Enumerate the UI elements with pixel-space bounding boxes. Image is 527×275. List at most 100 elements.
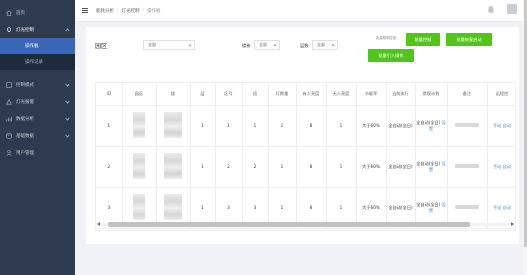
device-table: ID 园区 楼 层 区号 组 灯数量 有人亮度 无人亮度 节能率 当前执行 常规… [95, 82, 516, 231]
batch-control-button[interactable]: 批量控制 [406, 33, 440, 46]
cell-group: 2 [242, 146, 269, 188]
col-header: 常规计划 [415, 83, 448, 106]
cell-lamps: 1 [268, 146, 297, 188]
blurred-building-image [164, 112, 182, 138]
menu-toggle-icon[interactable] [82, 8, 88, 13]
sidebar-item-data-analysis[interactable]: 数据分析 [0, 110, 75, 127]
remote-auto-link[interactable]: 自动 [503, 123, 511, 128]
col-header: 节能率 [356, 83, 387, 106]
table-row: 2 1 2 2 1 8 1 大于60% 全自动(全日) 全自动(全日) 设置 手… [96, 146, 515, 188]
scroll-right-icon[interactable] [511, 222, 514, 226]
header-actions [487, 4, 517, 14]
horizontal-scrollbar[interactable] [95, 222, 516, 228]
sidebar-item-label: 用户管理 [16, 150, 34, 156]
alarm-icon [6, 98, 12, 105]
scrollbar-thumb[interactable] [108, 222, 470, 227]
plan-text: 全自动(全日) [416, 160, 441, 166]
cell-building [156, 105, 191, 147]
plan-text: 全自动(全日) [416, 201, 441, 207]
cell-on-brightness: 8 [296, 146, 327, 188]
avatar[interactable] [507, 4, 517, 14]
batch-import-button[interactable]: 批量引入操作 [368, 49, 414, 62]
floor-select[interactable]: 全部 [312, 40, 338, 50]
button-label: 批量引入操作 [378, 52, 404, 58]
col-header: 园区 [122, 83, 157, 106]
building-select-value: 全部 [259, 42, 267, 47]
sidebar-item-light-alarm[interactable]: 灯光报警 [0, 93, 75, 110]
batch-control-hint: 批量照明控制 [376, 36, 397, 40]
sidebar-item-label: 灯光报警 [16, 99, 34, 105]
cell-saving-rate: 大于60% [356, 146, 387, 188]
area-select[interactable]: 全部 [143, 40, 195, 50]
floor-select-value: 全部 [317, 42, 325, 47]
cell-plan: 全自动(全日) 设置 [415, 146, 448, 188]
sidebar-subitem-operation-board[interactable]: 操作板 [0, 38, 75, 54]
blurred-note [455, 205, 479, 209]
sidebar-item-label: 首页 [16, 10, 25, 16]
user-icon [6, 149, 12, 156]
chevron-down-icon [188, 43, 192, 47]
cell-current-exec: 全自动(全日) [386, 146, 416, 188]
sidebar-item-label: 数据分析 [16, 116, 34, 122]
chevron-down-icon [331, 43, 335, 47]
main-content: 园区 全部 楼栋 全部 层数 全部 批量照明控制 批量控制 批量恢复启动 批量引… [75, 22, 527, 275]
col-header: 远程控 [487, 83, 515, 106]
cell-floor: 1 [190, 105, 216, 147]
app-root: 首页 灯光控制 操作板 操作记录 控制模式 灯光报警 数据分析 基础数据 用户管… [0, 0, 527, 275]
blurred-note [455, 164, 479, 168]
vertical-scrollbar[interactable] [523, 0, 527, 275]
sidebar-item-label: 灯光控制 [16, 27, 34, 33]
blurred-area-image [133, 194, 145, 220]
col-header: 楼 [156, 83, 191, 106]
remote-manual-link[interactable]: 手动 [493, 123, 501, 128]
breadcrumb-separator: / [142, 8, 145, 13]
bell-icon[interactable] [487, 5, 495, 14]
col-header: 有人亮度 [296, 83, 327, 106]
col-header: 区号 [215, 83, 243, 106]
sidebar-item-light-control[interactable]: 灯光控制 [0, 21, 75, 38]
sidebar-item-home[interactable]: 首页 [0, 4, 75, 21]
cell-remote: 手动 自动 [487, 146, 515, 188]
cell-area [122, 105, 157, 147]
top-header: 能耗分析 / 灯光控制 / 操作板 [75, 0, 527, 22]
cell-remote: 手动 自动 [487, 105, 515, 147]
blurred-building-image [164, 153, 182, 179]
cell-group: 1 [242, 105, 269, 147]
sidebar-subitem-label: 操作记录 [25, 60, 43, 65]
col-header: 无人亮度 [326, 83, 357, 106]
sidebar: 首页 灯光控制 操作板 操作记录 控制模式 灯光报警 数据分析 基础数据 用户管… [0, 0, 75, 275]
area-title: 园区 [95, 43, 108, 50]
scroll-left-icon[interactable] [97, 222, 100, 226]
table-header-row: ID 园区 楼 层 区号 组 灯数量 有人亮度 无人亮度 节能率 当前执行 常规… [96, 83, 515, 106]
chevron-down-icon [65, 99, 70, 104]
mode-icon [6, 81, 12, 88]
sidebar-item-label: 基础数据 [16, 133, 34, 139]
remote-auto-link[interactable]: 自动 [503, 164, 511, 169]
bulb-icon [6, 26, 12, 33]
operation-panel: 园区 全部 楼栋 全部 层数 全部 批量照明控制 批量控制 批量恢复启动 批量引… [86, 27, 519, 244]
remote-manual-link[interactable]: 手动 [493, 205, 501, 210]
breadcrumb: 能耗分析 / 灯光控制 / 操作板 [96, 8, 161, 14]
batch-restore-button[interactable]: 批量恢复启动 [446, 33, 492, 46]
button-label: 批量控制 [414, 36, 432, 42]
breadcrumb-item[interactable]: 灯光控制 [122, 8, 140, 14]
cell-saving-rate: 大于60% [356, 105, 387, 147]
col-header: 当前执行 [386, 83, 416, 106]
vertical-scrollbar-thumb[interactable] [523, 0, 527, 247]
building-select[interactable]: 全部 [254, 40, 280, 50]
blurred-note [455, 123, 479, 127]
sidebar-subitem-operation-log[interactable]: 操作记录 [0, 54, 75, 70]
chart-icon [6, 116, 12, 122]
remote-auto-link[interactable]: 自动 [503, 205, 511, 210]
remote-manual-link[interactable]: 手动 [493, 164, 501, 169]
sidebar-item-control-mode[interactable]: 控制模式 [0, 76, 75, 93]
cell-lamps: 1 [268, 105, 297, 147]
breadcrumb-item[interactable]: 能耗分析 [96, 8, 114, 14]
cell-off-brightness: 1 [326, 105, 357, 147]
chevron-down-icon [273, 43, 277, 47]
sidebar-item-base-data[interactable]: 基础数据 [0, 127, 75, 144]
breadcrumb-current: 操作板 [147, 8, 161, 14]
sidebar-subitem-label: 操作板 [25, 44, 39, 49]
filter-bar: 园区 全部 楼栋 全部 层数 全部 批量照明控制 批量控制 批量恢复启动 批量引… [86, 27, 519, 75]
sidebar-item-user-management[interactable]: 用户管理 [0, 144, 75, 161]
